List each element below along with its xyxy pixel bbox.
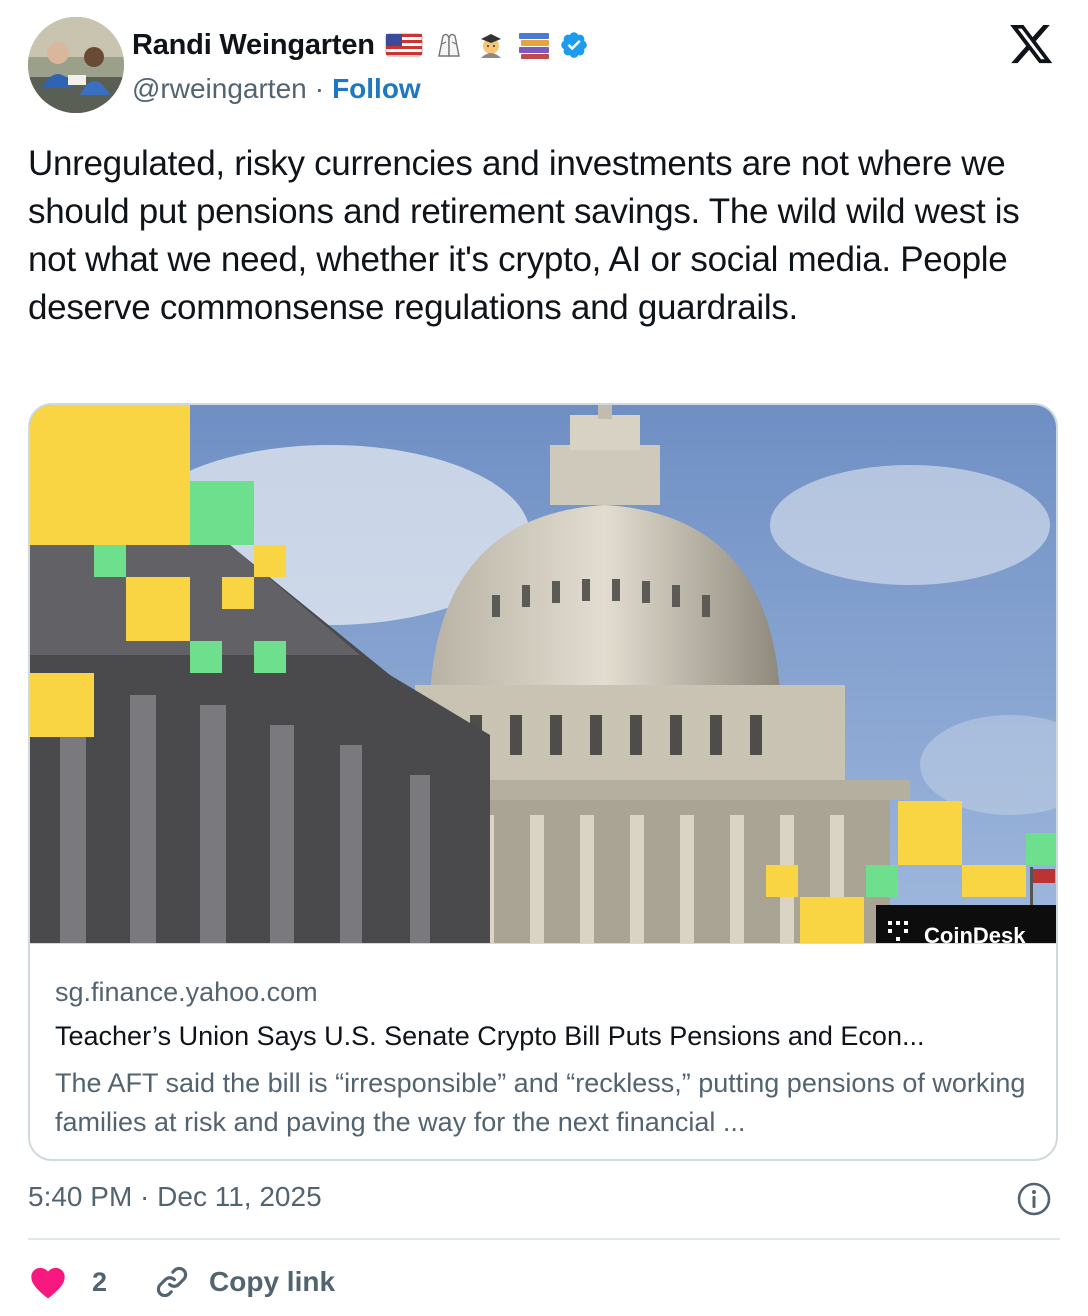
- follow-button[interactable]: Follow: [332, 73, 421, 105]
- card-description: The AFT said the bill is “irresponsible”…: [55, 1068, 1026, 1137]
- author-name[interactable]: Randi Weingarten: [132, 29, 375, 62]
- x-logo-icon[interactable]: [1010, 25, 1054, 65]
- card-meta[interactable]: sg.finance.yahoo.com Teacher’s Union Say…: [30, 943, 1056, 1159]
- coindesk-watermark: CoinDesk: [924, 923, 1026, 943]
- info-icon[interactable]: [1016, 1181, 1052, 1217]
- tweet-text: Unregulated, risky currencies and invest…: [28, 144, 1020, 327]
- card-domain[interactable]: sg.finance.yahoo.com: [55, 977, 318, 1008]
- verified-badge-icon: [559, 30, 589, 60]
- divider: [28, 1238, 1060, 1240]
- link-preview-card[interactable]: CoinDesk sg.finance.yahoo.com Teacher’s …: [28, 403, 1058, 1161]
- card-image[interactable]: CoinDesk: [30, 405, 1056, 948]
- praying-hands-icon: [433, 30, 465, 60]
- card-title[interactable]: Teacher’s Union Says U.S. Senate Crypto …: [55, 1021, 1040, 1052]
- tweet-timestamp[interactable]: 5:40 PM · Dec 11, 2025: [28, 1181, 322, 1213]
- teacher-icon: [475, 30, 507, 60]
- action-bar: 2 Copy link: [28, 1260, 335, 1304]
- us-flag-icon: [385, 30, 423, 60]
- heart-icon[interactable]: [28, 1262, 68, 1302]
- copy-link-label: Copy link: [209, 1266, 336, 1297]
- copy-link-button[interactable]: Copy link: [153, 1263, 335, 1301]
- separator-dot: ·: [314, 73, 325, 104]
- tweet-header: Randi Weingarten @rweingarten · Follow: [28, 17, 1060, 117]
- avatar[interactable]: [28, 17, 124, 113]
- author-handle[interactable]: @rweingarten: [132, 73, 307, 105]
- like-count[interactable]: 2: [92, 1267, 107, 1298]
- link-icon: [153, 1263, 191, 1301]
- books-icon: [517, 30, 551, 60]
